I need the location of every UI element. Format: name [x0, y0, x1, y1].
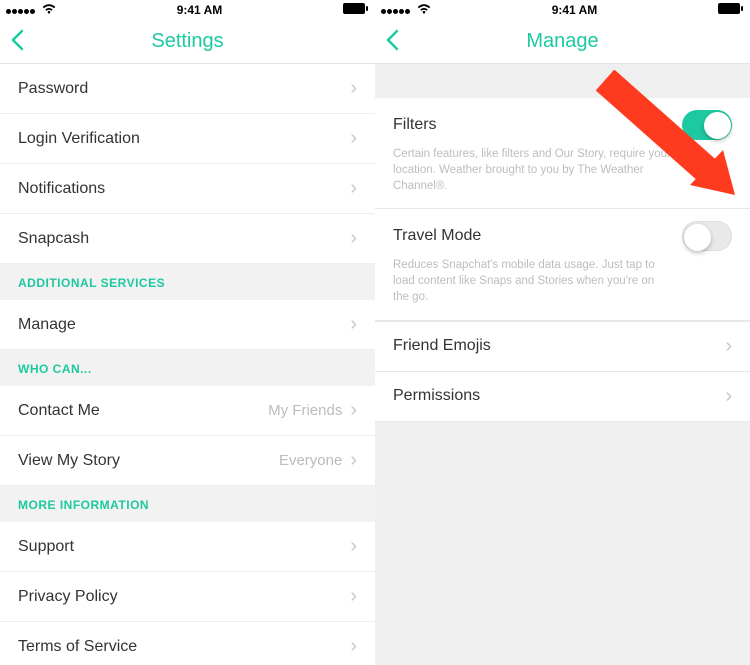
wifi-icon: [417, 3, 431, 17]
section-who-can: WHO CAN...: [0, 350, 375, 386]
row-password[interactable]: Password ›: [0, 64, 375, 114]
row-privacy-policy[interactable]: Privacy Policy ›: [0, 572, 375, 622]
status-time: 9:41 AM: [552, 3, 598, 17]
settings-list[interactable]: Password › Login Verification › Notifica…: [0, 64, 375, 665]
row-label: Snapcash: [18, 230, 350, 248]
row-notifications[interactable]: Notifications ›: [0, 164, 375, 214]
back-button[interactable]: [10, 26, 24, 58]
status-bar: 9:41 AM: [0, 0, 375, 20]
section-additional-services: ADDITIONAL SERVICES: [0, 264, 375, 300]
filters-toggle[interactable]: [682, 110, 732, 140]
status-time: 9:41 AM: [177, 3, 223, 17]
row-label: Terms of Service: [18, 638, 350, 656]
row-label: Manage: [18, 316, 350, 334]
row-login-verification[interactable]: Login Verification ›: [0, 114, 375, 164]
page-title: Settings: [151, 30, 223, 53]
filters-description: Certain features, like filters and Our S…: [393, 146, 732, 194]
row-label: View My Story: [18, 452, 279, 470]
status-bar: 9:41 AM: [375, 0, 750, 20]
row-label: Contact Me: [18, 402, 268, 420]
spacer: [375, 64, 750, 98]
chevron-right-icon: ›: [350, 77, 357, 100]
settings-screen: 9:41 AM Settings Password › Login Verifi…: [0, 0, 375, 665]
chevron-right-icon: ›: [350, 227, 357, 250]
chevron-right-icon: ›: [350, 127, 357, 150]
filters-label: Filters: [393, 116, 437, 134]
row-label: Privacy Policy: [18, 588, 350, 606]
row-support[interactable]: Support ›: [0, 522, 375, 572]
row-friend-emojis[interactable]: Friend Emojis ›: [375, 321, 750, 372]
chevron-right-icon: ›: [350, 313, 357, 336]
nav-bar: Manage: [375, 20, 750, 64]
row-label: Password: [18, 80, 350, 98]
battery-icon: [343, 3, 369, 18]
chevron-right-icon: ›: [725, 335, 732, 358]
section-more-information: MORE INFORMATION: [0, 486, 375, 522]
travel-mode-toggle[interactable]: [682, 221, 732, 251]
chevron-right-icon: ›: [350, 177, 357, 200]
row-permissions[interactable]: Permissions ›: [375, 372, 750, 422]
travel-mode-block: Travel Mode Reduces Snapchat's mobile da…: [375, 209, 750, 320]
row-terms-of-service[interactable]: Terms of Service ›: [0, 622, 375, 665]
nav-bar: Settings: [0, 20, 375, 64]
row-snapcash[interactable]: Snapcash ›: [0, 214, 375, 264]
wifi-icon: [42, 3, 56, 17]
row-label: Login Verification: [18, 130, 350, 148]
chevron-right-icon: ›: [350, 399, 357, 422]
chevron-right-icon: ›: [350, 449, 357, 472]
row-value: Everyone: [279, 452, 342, 469]
travel-mode-label: Travel Mode: [393, 227, 481, 245]
row-manage[interactable]: Manage ›: [0, 300, 375, 350]
row-view-my-story[interactable]: View My Story Everyone ›: [0, 436, 375, 486]
chevron-right-icon: ›: [350, 535, 357, 558]
row-label: Permissions: [393, 387, 725, 405]
travel-mode-description: Reduces Snapchat's mobile data usage. Ju…: [393, 257, 732, 305]
row-label: Support: [18, 538, 350, 556]
signal-dots-icon: [381, 3, 411, 17]
row-contact-me[interactable]: Contact Me My Friends ›: [0, 386, 375, 436]
row-value: My Friends: [268, 402, 342, 419]
row-label: Friend Emojis: [393, 337, 725, 355]
manage-list[interactable]: Filters Certain features, like filters a…: [375, 64, 750, 665]
battery-icon: [718, 3, 744, 18]
chevron-right-icon: ›: [725, 385, 732, 408]
signal-dots-icon: [6, 3, 36, 17]
manage-screen: 9:41 AM Manage Filters Certain features,…: [375, 0, 750, 665]
chevron-right-icon: ›: [350, 585, 357, 608]
page-title: Manage: [526, 30, 598, 53]
back-button[interactable]: [385, 26, 399, 58]
chevron-right-icon: ›: [350, 635, 357, 658]
filters-block: Filters Certain features, like filters a…: [375, 98, 750, 209]
row-label: Notifications: [18, 180, 350, 198]
